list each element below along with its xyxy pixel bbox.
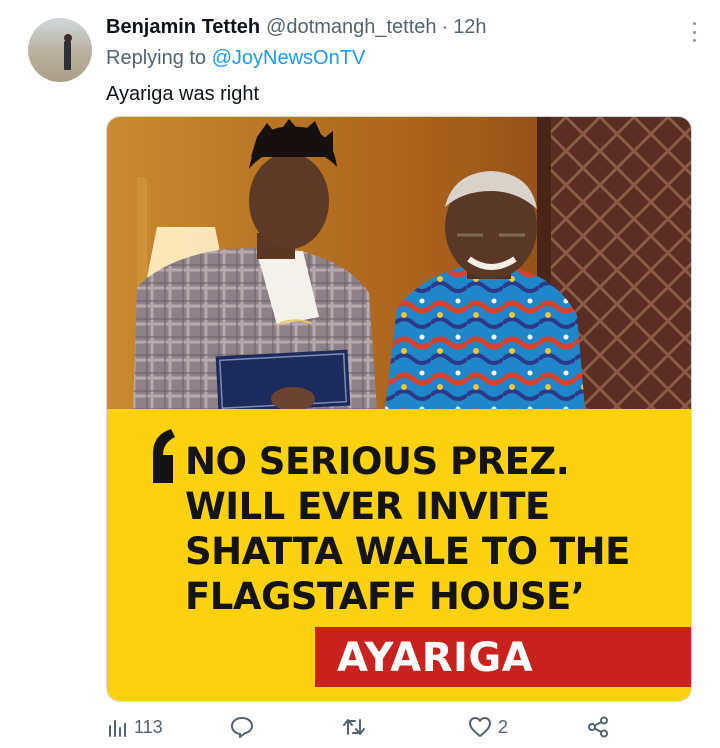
replying-to-handle-link[interactable]: @JoyNewsOnTV [212, 47, 366, 69]
retweet-button[interactable] [342, 712, 366, 742]
headline-line: SHATTA WALE TO THE [185, 530, 630, 573]
avatar-person-body [64, 40, 71, 70]
headline-line: NO SERIOUS PREZ. [185, 440, 570, 483]
reply-button[interactable] [230, 712, 254, 742]
tweet-text: Ayariga was right [106, 83, 260, 105]
more-options-icon[interactable] [686, 22, 702, 42]
tweet-actions: 113 2 [106, 712, 692, 742]
tweet-media-image[interactable]: NO SERIOUS PREZ. WILL EVER INVITE SHATTA… [106, 116, 692, 702]
retweet-icon [343, 719, 365, 735]
tweet-header: Benjamin Tetteh @dotmangh_tetteh · 12h [106, 16, 680, 42]
author-handle[interactable]: @dotmangh_tetteh [266, 16, 436, 39]
views-count: 113 [134, 716, 163, 737]
headline-line: WILL EVER INVITE [185, 485, 550, 528]
quote-mark-icon [153, 429, 175, 483]
like-button[interactable]: 2 [468, 712, 508, 742]
replying-to: Replying to @JoyNewsOnTV [106, 47, 365, 70]
separator-dot: · [441, 16, 449, 38]
views-button[interactable]: 113 [106, 712, 163, 742]
source-tag: AYARIGA [315, 627, 691, 687]
reply-bubble-icon [231, 717, 253, 738]
share-icon [588, 716, 608, 738]
headline-text: NO SERIOUS PREZ. WILL EVER INVITE SHATTA… [185, 439, 630, 619]
avatar[interactable] [28, 18, 92, 82]
source-tag-label: AYARIGA [337, 635, 534, 681]
like-count: 2 [498, 716, 509, 737]
views-bar-chart-icon [109, 720, 126, 737]
heart-icon [469, 717, 491, 737]
replying-to-label: Replying to [106, 47, 207, 69]
author-name[interactable]: Benjamin Tetteh [106, 16, 260, 39]
media-photo [107, 117, 691, 409]
headline-line: FLAGSTAFF HOUSE’ [185, 575, 585, 618]
headline-banner: NO SERIOUS PREZ. WILL EVER INVITE SHATTA… [107, 409, 691, 701]
timestamp[interactable]: 12h [453, 16, 486, 39]
share-button[interactable] [586, 712, 610, 742]
tweet[interactable]: Benjamin Tetteh @dotmangh_tetteh · 12h R… [0, 0, 720, 748]
